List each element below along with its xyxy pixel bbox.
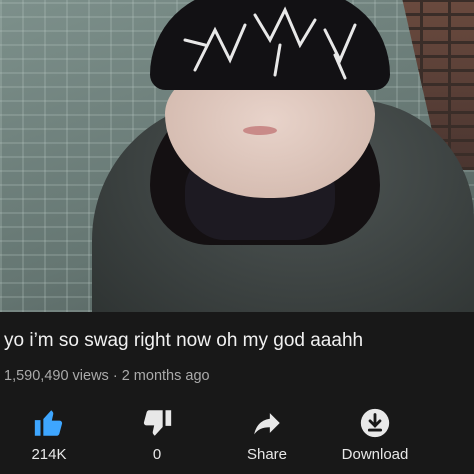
meta-separator: · (112, 368, 118, 384)
action-bar: 214K 0 Share Download (0, 396, 474, 474)
share-label: Share (246, 446, 288, 463)
like-count: 214K (31, 446, 67, 463)
like-button[interactable]: 214K (4, 396, 94, 474)
upload-age: 2 months ago (121, 368, 210, 384)
video-meta: 1,590,490 views · 2 months ago (4, 368, 210, 384)
beanie-graphic-icon (183, 6, 357, 80)
download-label: Download (341, 446, 409, 463)
mouth (243, 126, 277, 135)
dislike-button[interactable]: 0 (112, 396, 202, 474)
thumbs-up-icon (34, 410, 63, 436)
dislike-count: 0 (152, 446, 162, 463)
share-arrow-icon (254, 413, 280, 435)
view-count: 1,590,490 views (4, 368, 109, 384)
download-icon (360, 408, 390, 438)
video-title[interactable]: yo i’m so swag right now oh my god aaahh (4, 330, 363, 352)
share-button[interactable]: Share (222, 396, 312, 474)
video-player[interactable] (0, 0, 474, 312)
thumbs-down-icon (143, 410, 172, 436)
download-button[interactable]: Download (330, 396, 420, 474)
